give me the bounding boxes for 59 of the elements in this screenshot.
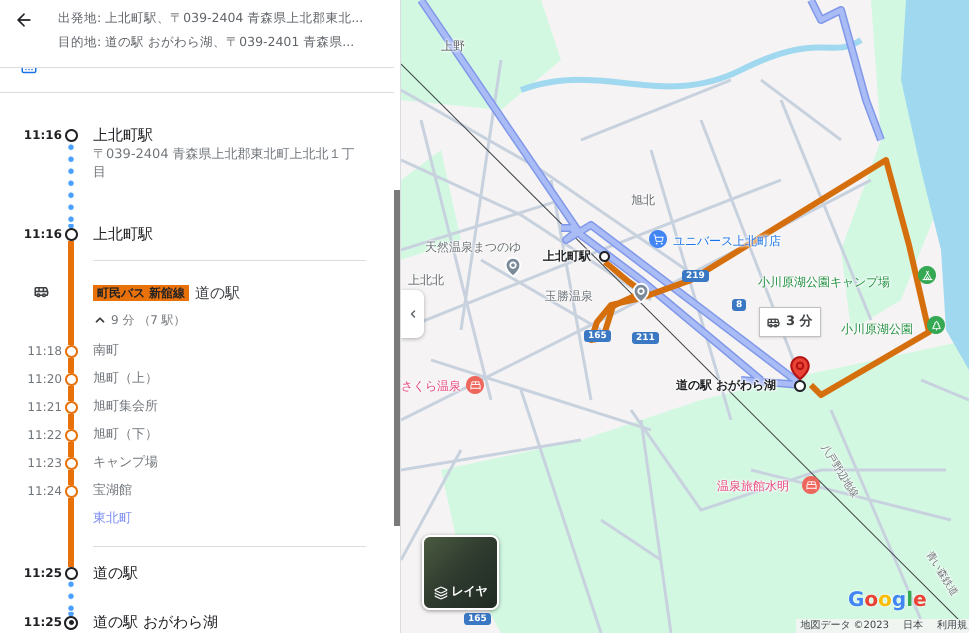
route-shield: 165 <box>584 330 611 342</box>
time-label: 11:20 <box>27 372 62 386</box>
road-line <box>920 378 969 402</box>
place-label: 小川原湖公園 <box>841 321 913 337</box>
stop-name: キャンプ場 <box>93 454 159 472</box>
stop-address: 〒039-2404 青森県上北郡東北町上北北１丁目 <box>93 146 356 182</box>
destination-field[interactable]: 目的地: 道の駅 おがわら湖、〒039-2401 青森県... <box>58 32 364 52</box>
tent-icon <box>918 266 936 284</box>
line-badge: 町民バス 新舘線 <box>93 285 190 301</box>
place-label: 旭北 <box>631 192 655 208</box>
place-label: 上北北 <box>408 272 444 288</box>
place-label: 玉勝温泉 <box>545 288 593 304</box>
time-label: 11:24 <box>27 484 62 498</box>
duration-callout: 3 分 <box>759 307 821 337</box>
route-shield: 8 <box>732 299 746 311</box>
last-stop-label: 東北町 <box>93 510 133 528</box>
time-label: 11:16 <box>24 227 62 241</box>
stop-name: 道の駅 おがわら湖 <box>93 612 219 632</box>
place-label: 小川原湖公園キャンプ場 <box>758 274 890 290</box>
time-label: 11:23 <box>27 456 62 470</box>
time-label: 11:18 <box>27 344 62 358</box>
place-label: 天然温泉まつのゆ <box>425 239 521 255</box>
stop-name: 旭町集会所 <box>93 398 159 416</box>
stop-label: 上北町駅 <box>543 248 591 264</box>
route-shield: 219 <box>682 270 709 282</box>
route-shield: 211 <box>632 332 659 344</box>
map-logo: Google <box>848 587 927 611</box>
shopping-cart-icon <box>649 230 667 248</box>
footer-link[interactable]: 利用規 <box>937 619 967 633</box>
stop-name: 上北町駅 <box>93 224 154 244</box>
pin-icon <box>502 256 524 278</box>
scrollbar-thumb[interactable] <box>394 190 400 526</box>
footer-link[interactable]: 日本 <box>903 619 923 633</box>
layers-icon <box>434 586 448 600</box>
time-label: 11:16 <box>24 128 62 142</box>
stop-name: 南町 <box>93 342 120 360</box>
bus-icon <box>34 284 49 299</box>
tree-icon <box>927 316 945 334</box>
route-shield: 165 <box>464 613 491 625</box>
stop-name: 旭町（下） <box>93 426 159 444</box>
bus-icon <box>767 316 780 328</box>
bed-icon <box>466 376 484 394</box>
origin-field[interactable]: 出発地: 上北町駅、〒039-2404 青森県上北郡東北... <box>58 8 364 28</box>
stop-name: 旭町（上） <box>93 370 159 388</box>
time-label: 11:25 <box>24 566 62 580</box>
road-label: 八戸野辺地線 <box>818 442 861 502</box>
time-label: 11:25 <box>24 615 62 629</box>
time-label: 11:21 <box>27 400 62 414</box>
stop-name: 宝湖館 <box>93 482 133 500</box>
place-label: さくら温泉 <box>401 378 461 394</box>
stops-toggle[interactable]: 9 分 （7 駅） <box>93 310 186 330</box>
headsign-label: 道の駅 <box>195 282 240 304</box>
stop-name: 上北町駅 <box>93 125 154 145</box>
place-label: 温泉旅館水明 <box>717 478 789 494</box>
layers-button[interactable]: レイヤ <box>422 535 499 610</box>
stop-name: 道の駅 <box>93 563 139 583</box>
pin-icon <box>630 282 652 304</box>
time-label: 11:22 <box>27 428 62 442</box>
map-attribution: 地図データ ©2023 <box>800 619 889 633</box>
